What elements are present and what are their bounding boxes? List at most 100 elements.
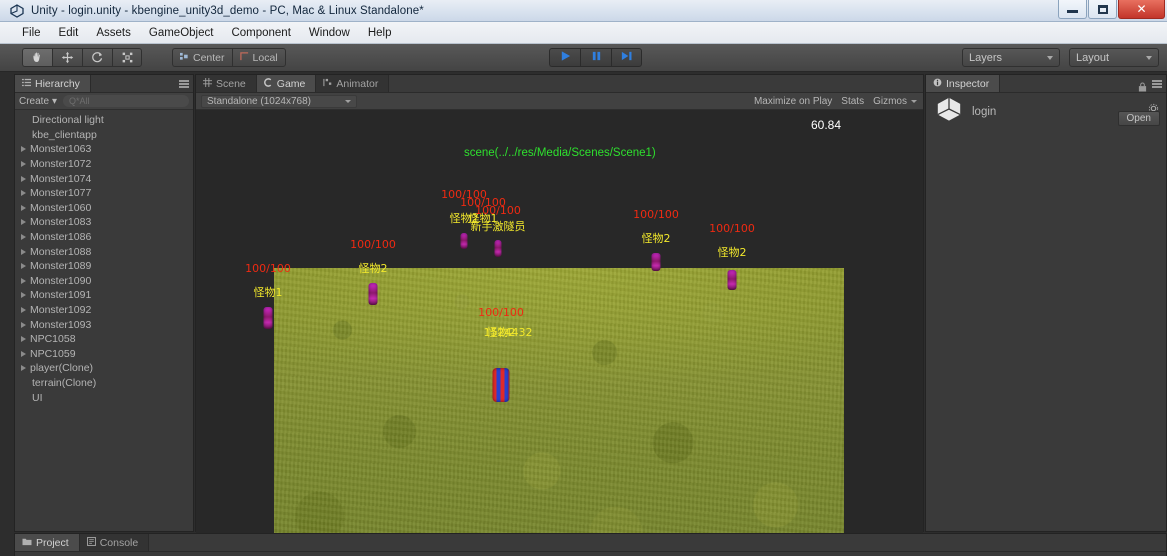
hierarchy-item-monster1089[interactable]: Monster1089 xyxy=(15,259,193,274)
hierarchy-item-monster1083[interactable]: Monster1083 xyxy=(15,215,193,230)
entity-name-label: 新手激隧员 xyxy=(470,220,526,233)
tab-inspector[interactable]: Inspector xyxy=(926,75,1001,92)
hierarchy-icon xyxy=(22,78,31,90)
hierarchy-create-button[interactable]: Create ▾ xyxy=(19,96,57,107)
hierarchy-item-label: Monster1089 xyxy=(30,260,92,273)
hierarchy-item-player-clone[interactable]: player(Clone) xyxy=(15,361,193,376)
menu-help[interactable]: Help xyxy=(360,25,400,41)
step-button[interactable] xyxy=(611,48,642,67)
menu-assets[interactable]: Assets xyxy=(88,25,139,41)
chevron-down-icon: ▾ xyxy=(52,95,58,107)
expand-arrow-icon[interactable] xyxy=(21,263,26,270)
expand-arrow-icon[interactable] xyxy=(21,321,26,328)
pivot-mode-button[interactable]: Center xyxy=(172,48,232,67)
inspector-panel: Inspector login Open xyxy=(925,74,1167,532)
tab-console[interactable]: Console xyxy=(79,534,150,551)
expand-arrow-icon[interactable] xyxy=(21,234,26,241)
hierarchy-item-npc1059[interactable]: NPC1059 xyxy=(15,347,193,362)
pause-button[interactable] xyxy=(580,48,611,67)
stats-toggle[interactable]: Stats xyxy=(841,96,864,107)
hierarchy-search-input[interactable]: Q*All xyxy=(63,95,189,107)
hierarchy-item-monster1060[interactable]: Monster1060 xyxy=(15,201,193,216)
game-viewport[interactable]: 60.84 scene(../../res/Media/Scenes/Scene… xyxy=(196,110,923,549)
play-button[interactable] xyxy=(549,48,580,67)
hierarchy-item-monster1077[interactable]: Monster1077 xyxy=(15,186,193,201)
expand-arrow-icon[interactable] xyxy=(21,292,26,299)
rotation-mode-button[interactable]: Local xyxy=(231,48,286,67)
scale-icon xyxy=(121,51,134,64)
menu-gameobject[interactable]: GameObject xyxy=(141,25,222,41)
entity-sprite[interactable] xyxy=(727,270,737,290)
expand-arrow-icon[interactable] xyxy=(21,219,26,226)
entity-name-label: 怪物2 xyxy=(717,246,747,259)
menu-component[interactable]: Component xyxy=(223,25,298,41)
hierarchy-item-monster1063[interactable]: Monster1063 xyxy=(15,142,193,157)
menu-file[interactable]: File xyxy=(14,25,49,41)
console-icon xyxy=(86,536,96,549)
layers-dropdown[interactable]: Layers xyxy=(962,48,1060,67)
step-forward-icon xyxy=(620,49,633,67)
maximize-on-play-toggle[interactable]: Maximize on Play xyxy=(754,96,832,107)
hierarchy-item-monster1091[interactable]: Monster1091 xyxy=(15,288,193,303)
hamburger-icon[interactable] xyxy=(1152,80,1162,88)
expand-arrow-icon[interactable] xyxy=(21,248,26,255)
hierarchy-item-label: Monster1083 xyxy=(30,216,92,229)
chevron-down-icon[interactable] xyxy=(911,100,917,103)
tab-scene[interactable]: Scene xyxy=(196,75,257,92)
hierarchy-item-monster1088[interactable]: Monster1088 xyxy=(15,244,193,259)
expand-arrow-icon[interactable] xyxy=(21,190,26,197)
minimize-button[interactable] xyxy=(1058,0,1087,19)
hand-tool-button[interactable] xyxy=(22,48,52,67)
hierarchy-item-monster1074[interactable]: Monster1074 xyxy=(15,171,193,186)
expand-arrow-icon[interactable] xyxy=(21,277,26,284)
expand-arrow-icon[interactable] xyxy=(21,146,26,153)
lock-icon[interactable] xyxy=(1138,79,1147,92)
hierarchy-item-monster1072[interactable]: Monster1072 xyxy=(15,157,193,172)
player-sprite[interactable] xyxy=(492,368,510,402)
entity-sprite[interactable] xyxy=(494,240,502,257)
hierarchy-tab-menu[interactable] xyxy=(179,75,189,93)
entity-sprite[interactable] xyxy=(368,283,378,305)
tab-game[interactable]: Game xyxy=(256,75,317,92)
gizmos-toggle[interactable]: Gizmos xyxy=(873,96,907,107)
menu-edit[interactable]: Edit xyxy=(51,25,87,41)
expand-arrow-icon[interactable] xyxy=(21,175,26,182)
expand-arrow-icon[interactable] xyxy=(21,307,26,314)
game-subbar: Standalone (1024x768) Maximize on Play S… xyxy=(196,93,923,110)
rotate-tool-button[interactable] xyxy=(82,48,112,67)
hierarchy-item-npc1058[interactable]: NPC1058 xyxy=(15,332,193,347)
hierarchy-item-label: Monster1063 xyxy=(30,143,92,156)
expand-arrow-icon[interactable] xyxy=(21,336,26,343)
expand-arrow-icon[interactable] xyxy=(21,350,26,357)
move-tool-button[interactable] xyxy=(52,48,82,67)
expand-arrow-icon[interactable] xyxy=(21,365,26,372)
resolution-dropdown[interactable]: Standalone (1024x768) xyxy=(201,94,357,108)
open-asset-button[interactable]: Open xyxy=(1117,111,1160,126)
tab-project[interactable]: Project xyxy=(15,534,80,551)
hierarchy-item-monster1092[interactable]: Monster1092 xyxy=(15,303,193,318)
hierarchy-item-monster1086[interactable]: Monster1086 xyxy=(15,230,193,245)
game-controller-icon xyxy=(263,77,273,90)
expand-arrow-icon[interactable] xyxy=(21,204,26,211)
expand-arrow-icon[interactable] xyxy=(21,161,26,168)
hierarchy-item-kbe-clientapp[interactable]: kbe_clientapp xyxy=(15,128,193,143)
hamburger-icon[interactable] xyxy=(179,80,189,88)
layout-dropdown[interactable]: Layout xyxy=(1069,48,1159,67)
maximize-icon xyxy=(1097,4,1108,14)
close-button[interactable]: ✕ xyxy=(1118,0,1165,19)
tab-hierarchy[interactable]: Hierarchy xyxy=(15,75,91,92)
layers-label: Layers xyxy=(969,51,1003,64)
entity-sprite[interactable] xyxy=(651,253,661,271)
menu-window[interactable]: Window xyxy=(301,25,358,41)
hierarchy-item-ui[interactable]: UI xyxy=(15,390,193,405)
hierarchy-item-terrain-clone[interactable]: terrain(Clone) xyxy=(15,376,193,391)
hierarchy-item-monster1090[interactable]: Monster1090 xyxy=(15,274,193,289)
hierarchy-list[interactable]: Directional light kbe_clientapp Monster1… xyxy=(15,110,193,546)
tab-animator[interactable]: Animator xyxy=(316,75,390,92)
hierarchy-item-monster1093[interactable]: Monster1093 xyxy=(15,317,193,332)
entity-sprite[interactable] xyxy=(460,233,468,249)
entity-sprite[interactable] xyxy=(263,307,273,329)
maximize-button[interactable] xyxy=(1088,0,1117,19)
scale-tool-button[interactable] xyxy=(112,48,142,67)
hierarchy-item-directional-light[interactable]: Directional light xyxy=(15,113,193,128)
